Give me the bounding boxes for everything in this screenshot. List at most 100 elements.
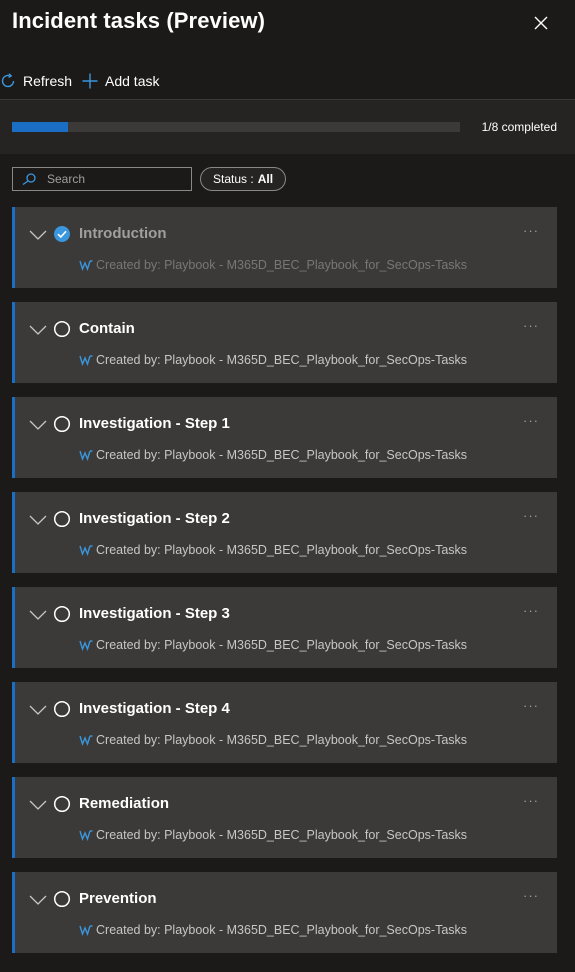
more-options-button[interactable]: ··· [523, 318, 539, 333]
status-circle-icon[interactable] [53, 795, 71, 813]
task-status-toggle[interactable] [53, 700, 71, 723]
toolbar: Refresh Add task [0, 62, 575, 98]
chevron-down-icon[interactable] [29, 325, 47, 335]
status-filter-value: All [257, 172, 274, 186]
close-button[interactable] [530, 12, 552, 34]
status-circle-icon[interactable] [53, 605, 71, 623]
task-title: Investigation - Step 3 [79, 605, 230, 622]
status-filter-button[interactable]: Status : All [200, 167, 287, 191]
chevron-down-icon[interactable] [29, 705, 47, 715]
task-created-by: Created by: Playbook - M365D_BEC_Playboo… [79, 353, 467, 367]
created-by-text: Created by: Playbook - M365D_BEC_Playboo… [96, 828, 468, 842]
created-by-text: Created by: Playbook - M365D_BEC_Playboo… [96, 448, 468, 462]
task-title: Contain [79, 320, 135, 337]
task-card[interactable]: Investigation - Step 1 ··· Created by: Pla… [12, 397, 557, 478]
task-card[interactable]: Investigation - Step 2 ··· Created by: Pla… [12, 492, 557, 573]
task-status-toggle[interactable] [53, 510, 71, 533]
task-created-by: Created by: Playbook - M365D_BEC_Playboo… [79, 448, 467, 462]
refresh-label: Refresh [23, 73, 73, 89]
task-status-toggle[interactable] [53, 320, 71, 343]
panel-header: Incident tasks (Preview) [0, 0, 575, 55]
task-status-toggle[interactable] [53, 795, 71, 818]
task-status-toggle[interactable] [53, 890, 71, 913]
more-options-button[interactable]: ··· [523, 698, 539, 713]
more-options-button[interactable]: ··· [523, 413, 539, 428]
chevron-down-icon[interactable] [29, 895, 47, 905]
ellipsis-icon[interactable]: ··· [523, 888, 539, 903]
more-options-button[interactable]: ··· [523, 603, 539, 618]
status-circle-icon[interactable] [53, 890, 71, 908]
task-card[interactable]: Prevention ··· Created by: Playbook - M365… [12, 872, 557, 953]
playbook-icon [79, 355, 93, 366]
task-title: Introduction [79, 225, 167, 242]
chevron-down-icon[interactable] [29, 800, 47, 810]
task-title: Investigation - Step 1 [79, 415, 230, 432]
task-created-by: Created by: Playbook - M365D_BEC_Playboo… [79, 828, 467, 842]
task-list: Introduction ··· Created by: Playbook - M3… [12, 207, 557, 967]
expand-chevron[interactable] [29, 227, 47, 245]
ellipsis-icon[interactable]: ··· [523, 698, 539, 713]
expand-chevron[interactable] [29, 512, 47, 530]
task-card[interactable]: Investigation - Step 4 ··· Created by: Pla… [12, 682, 557, 763]
chevron-down-icon[interactable] [29, 420, 47, 430]
playbook-icon [79, 450, 93, 461]
status-circle-icon[interactable] [53, 415, 71, 433]
chevron-down-icon[interactable] [29, 230, 47, 240]
task-status-toggle[interactable] [53, 415, 71, 438]
search-box[interactable] [12, 167, 192, 191]
add-task-label: Add task [105, 73, 160, 89]
ellipsis-icon[interactable]: ··· [523, 413, 539, 428]
created-by-text: Created by: Playbook - M365D_BEC_Playboo… [96, 923, 468, 937]
ellipsis-icon[interactable]: ··· [523, 603, 539, 618]
more-options-button[interactable]: ··· [523, 508, 539, 523]
task-card[interactable]: Investigation - Step 3 ··· Created by: Pla… [12, 587, 557, 668]
more-options-button[interactable]: ··· [523, 223, 539, 238]
refresh-button[interactable]: Refresh [0, 70, 72, 92]
expand-chevron[interactable] [29, 702, 47, 720]
task-title: Remediation [79, 795, 170, 812]
task-created-by: Created by: Playbook - M365D_BEC_Playboo… [79, 638, 467, 652]
add-task-button[interactable]: Add task [82, 70, 159, 92]
progress-bar [12, 122, 460, 132]
task-created-by: Created by: Playbook - M365D_BEC_Playboo… [79, 258, 467, 272]
search-input[interactable] [47, 170, 185, 188]
task-status-toggle[interactable] [53, 605, 71, 628]
expand-chevron[interactable] [29, 322, 47, 340]
task-card[interactable]: Introduction ··· Created by: Playbook - M3… [12, 207, 557, 288]
chevron-down-icon[interactable] [29, 515, 47, 525]
panel-title: Incident tasks (Preview) [12, 8, 266, 33]
playbook-icon [79, 260, 93, 271]
created-by-text: Created by: Playbook - M365D_BEC_Playboo… [96, 543, 468, 557]
completed-check-icon[interactable] [53, 225, 71, 243]
expand-chevron[interactable] [29, 607, 47, 625]
task-card[interactable]: Contain ··· Created by: Playbook - M365D_B… [12, 302, 557, 383]
expand-chevron[interactable] [29, 797, 47, 815]
progress-bar-fill [12, 122, 68, 132]
task-status-toggle[interactable] [53, 225, 71, 248]
task-title: Investigation - Step 2 [79, 510, 230, 527]
search-icon [22, 173, 36, 185]
status-circle-icon[interactable] [53, 700, 71, 718]
playbook-icon [79, 830, 93, 841]
status-circle-icon[interactable] [53, 320, 71, 338]
expand-chevron[interactable] [29, 892, 47, 910]
created-by-text: Created by: Playbook - M365D_BEC_Playboo… [96, 638, 468, 652]
close-icon[interactable] [530, 12, 552, 34]
task-card[interactable]: Remediation ··· Created by: Playbook - M36… [12, 777, 557, 858]
ellipsis-icon[interactable]: ··· [523, 318, 539, 333]
more-options-button[interactable]: ··· [523, 793, 539, 808]
status-circle-icon[interactable] [53, 510, 71, 528]
chevron-down-icon[interactable] [29, 610, 47, 620]
refresh-icon [1, 73, 15, 88]
expand-chevron[interactable] [29, 417, 47, 435]
plus-icon [82, 73, 98, 89]
playbook-icon [79, 545, 93, 556]
playbook-icon [79, 735, 93, 746]
playbook-icon [79, 925, 93, 936]
ellipsis-icon[interactable]: ··· [523, 793, 539, 808]
ellipsis-icon[interactable]: ··· [523, 508, 539, 523]
more-options-button[interactable]: ··· [523, 888, 539, 903]
created-by-text: Created by: Playbook - M365D_BEC_Playboo… [96, 733, 468, 747]
ellipsis-icon[interactable]: ··· [523, 223, 539, 238]
created-by-text: Created by: Playbook - M365D_BEC_Playboo… [96, 353, 468, 367]
